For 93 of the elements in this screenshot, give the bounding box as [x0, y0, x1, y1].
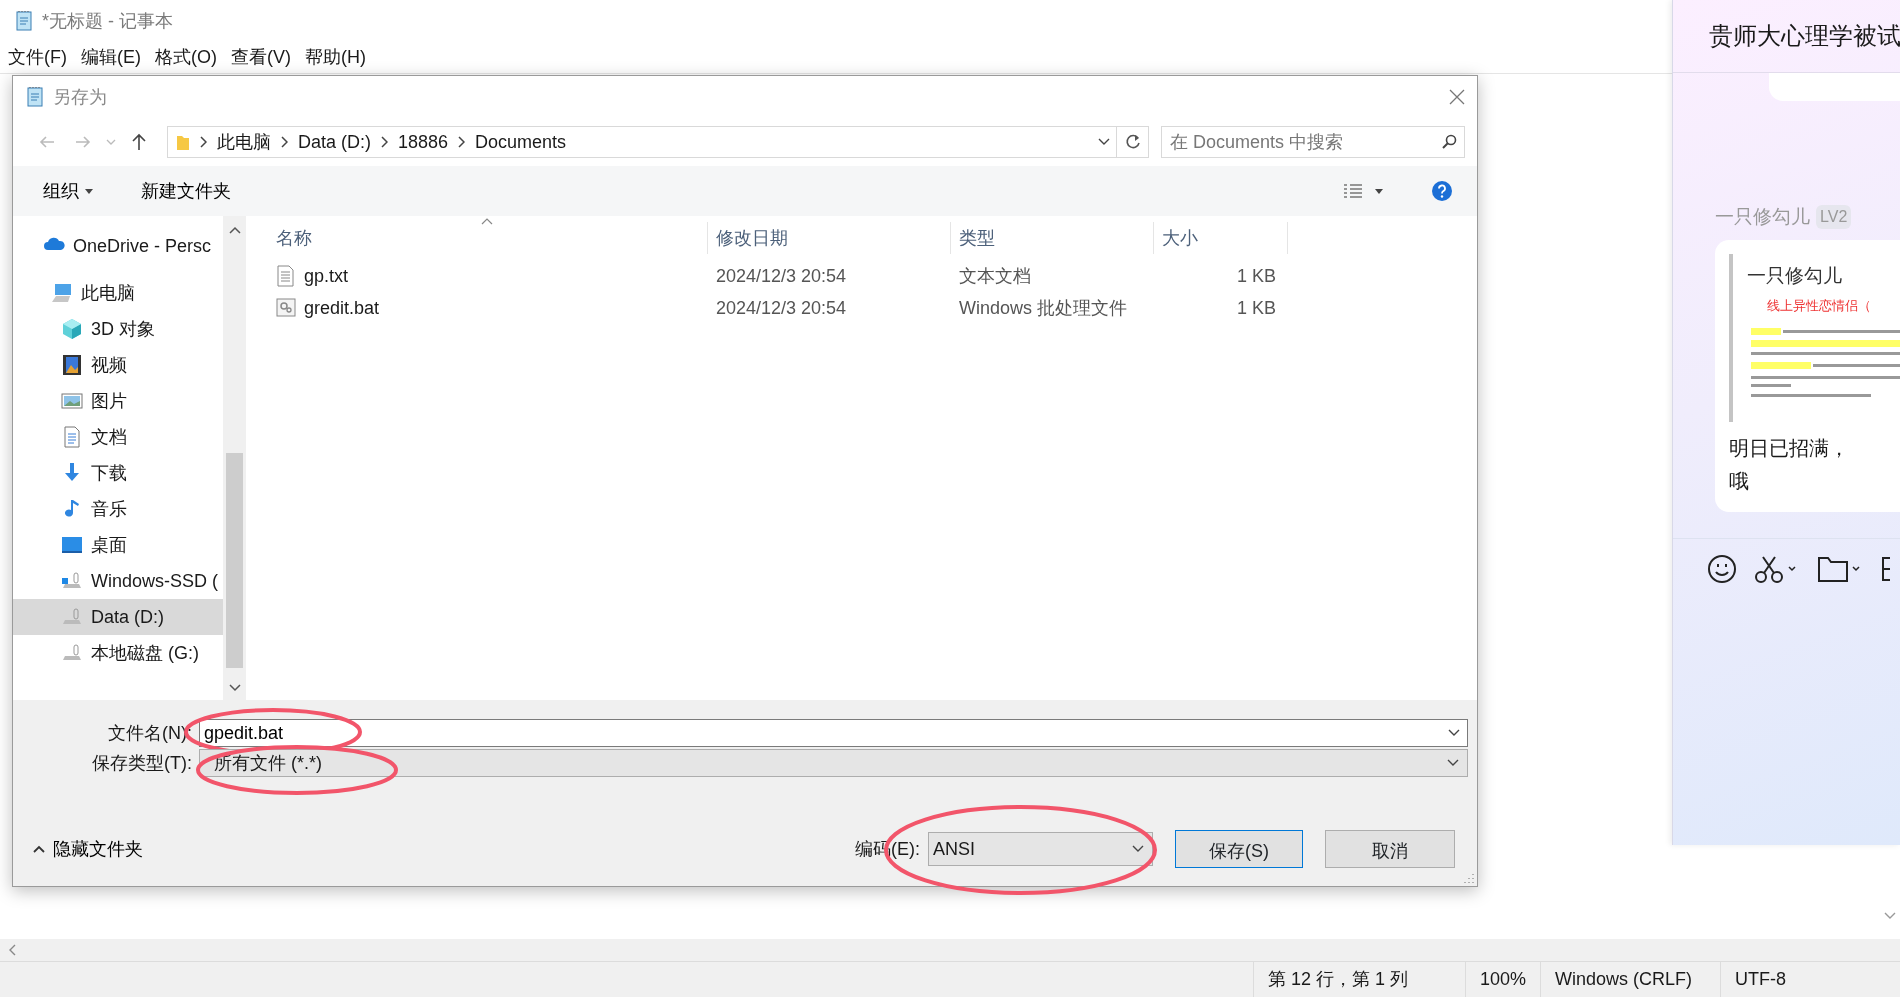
- sender-name: 一只修勾儿: [1715, 205, 1810, 229]
- quote-headline: 线上异性恋情侣（: [1766, 297, 1872, 315]
- dropdown-icon[interactable]: [1132, 845, 1144, 853]
- sidebar-item[interactable]: Data (D:): [13, 599, 223, 635]
- file-name[interactable]: gredit.bat: [246, 294, 708, 322]
- film-icon: [61, 354, 83, 376]
- caret-icon[interactable]: [1375, 188, 1383, 194]
- sidebar-item[interactable]: OneDrive - Persc: [13, 228, 223, 264]
- sidebar-item[interactable]: Windows-SSD (: [13, 563, 223, 599]
- resize-grip-icon[interactable]: [1464, 873, 1474, 883]
- menu-item[interactable]: 格式(O): [155, 44, 217, 71]
- column-header[interactable]: 大小: [1154, 222, 1288, 254]
- breadcrumb-separator-icon: [458, 136, 466, 148]
- document-icon: [61, 426, 83, 448]
- sidebar-item[interactable]: 本地磁盘 (G:): [13, 635, 223, 671]
- scroll-down-icon[interactable]: [1884, 912, 1896, 920]
- file-date: 2024/12/3 20:54: [715, 296, 848, 320]
- sidebar-item[interactable]: 下载: [13, 455, 223, 491]
- organize-menu-button[interactable]: 组织: [39, 175, 97, 207]
- sidebar-item[interactable]: 文档: [13, 419, 223, 455]
- file-name-field[interactable]: gpedit.bat: [199, 719, 1468, 747]
- computer-icon: [51, 282, 73, 304]
- scrollbar-thumb[interactable]: [226, 453, 243, 668]
- sidebar-item[interactable]: 此电脑: [13, 275, 223, 311]
- scroll-down-icon[interactable]: [228, 684, 241, 692]
- scroll-up-icon[interactable]: [228, 226, 241, 234]
- refresh-icon: [1124, 134, 1141, 150]
- cube-icon: [61, 318, 83, 340]
- column-header[interactable]: 修改日期: [708, 222, 951, 254]
- breadcrumb-item[interactable]: Data (D:): [298, 128, 371, 156]
- menu-item[interactable]: 编辑(E): [81, 44, 141, 71]
- message-text: 明日已招满， 哦: [1729, 435, 1850, 494]
- caret-icon: [85, 188, 93, 194]
- sidebar-item[interactable]: 视频: [13, 347, 223, 383]
- sidebar-item[interactable]: 音乐: [13, 491, 223, 527]
- window-title: *无标题 - 记事本: [42, 9, 173, 33]
- level-badge: LV2: [1816, 205, 1852, 230]
- breadcrumb-item[interactable]: 18886: [398, 128, 449, 156]
- up-arrow-icon[interactable]: [131, 133, 147, 151]
- save-button[interactable]: 保存(S): [1175, 830, 1303, 868]
- breadcrumb-separator-icon: [381, 136, 388, 148]
- status-text: UTF-8: [1720, 962, 1800, 997]
- address-bar[interactable]: 此电脑 Data (D:) 18886 Documents: [167, 126, 1117, 158]
- toolbar-button[interactable]: 新建文件夹: [137, 175, 235, 207]
- file-type: Windows 批处理文件: [958, 296, 1129, 320]
- sidebar-item[interactable]: 桌面: [13, 527, 223, 563]
- menu-item[interactable]: 查看(V): [231, 44, 291, 71]
- sidebar-item[interactable]: 3D 对象: [13, 311, 223, 347]
- file-date: 2024/12/3 20:54: [715, 264, 848, 288]
- menu-item[interactable]: 帮助(H): [305, 44, 366, 71]
- status-text: Windows (CRLF): [1540, 962, 1720, 997]
- file-name[interactable]: gp.txt: [246, 262, 708, 290]
- dialog-title: 另存为: [53, 85, 107, 109]
- desktop-icon: [61, 534, 83, 556]
- file-size: 1 KB: [1235, 296, 1277, 320]
- cancel-button[interactable]: 取消: [1325, 830, 1455, 868]
- notepad-icon: [14, 10, 34, 32]
- help-icon[interactable]: [1431, 180, 1453, 202]
- scissors-icon[interactable]: [1755, 554, 1799, 583]
- sidebar-item[interactable]: 图片: [13, 383, 223, 419]
- gear-file-icon: [276, 297, 296, 319]
- view-details-icon[interactable]: [1343, 183, 1363, 199]
- folder-icon: [176, 133, 190, 151]
- text-file-icon: [276, 265, 296, 287]
- field-label: 保存类型(T):: [91, 751, 193, 775]
- column-header[interactable]: 类型: [951, 222, 1154, 254]
- search-field[interactable]: 在 Documents 中搜索: [1161, 126, 1465, 158]
- breadcrumb-separator-icon: [200, 136, 207, 148]
- menu-item[interactable]: 文件(F): [8, 44, 67, 71]
- folder-icon[interactable]: [1817, 554, 1863, 583]
- notepad-icon: [25, 86, 45, 108]
- scroll-left-icon[interactable]: [8, 944, 16, 956]
- file-type: 文本文档: [958, 264, 1032, 288]
- status-text: 100%: [1465, 962, 1540, 997]
- quote-author: 一只修勾儿: [1747, 263, 1843, 288]
- column-header[interactable]: 名称: [246, 222, 708, 254]
- status-text: 第 12 行，第 1 列: [1253, 962, 1465, 997]
- encoding-select[interactable]: ANSI: [928, 832, 1153, 866]
- breadcrumb-separator-icon: [281, 136, 288, 148]
- dropdown-icon[interactable]: [1098, 138, 1110, 146]
- smiley-icon[interactable]: [1707, 553, 1737, 584]
- caret-up-icon: [33, 845, 45, 853]
- refresh-button[interactable]: [1117, 126, 1149, 158]
- image-icon: [61, 390, 83, 412]
- dropdown-icon[interactable]: [1448, 729, 1460, 737]
- dropdown-icon[interactable]: [1447, 759, 1459, 767]
- sort-ascending-icon: [481, 218, 493, 225]
- breadcrumb-item[interactable]: Documents: [475, 128, 567, 156]
- file-size: 1 KB: [1235, 264, 1277, 288]
- close-icon[interactable]: [1449, 89, 1465, 105]
- breadcrumb-item[interactable]: 此电脑: [217, 128, 271, 156]
- search-icon[interactable]: [1441, 134, 1457, 150]
- hide-folders-button[interactable]: 隐藏文件夹: [27, 834, 149, 864]
